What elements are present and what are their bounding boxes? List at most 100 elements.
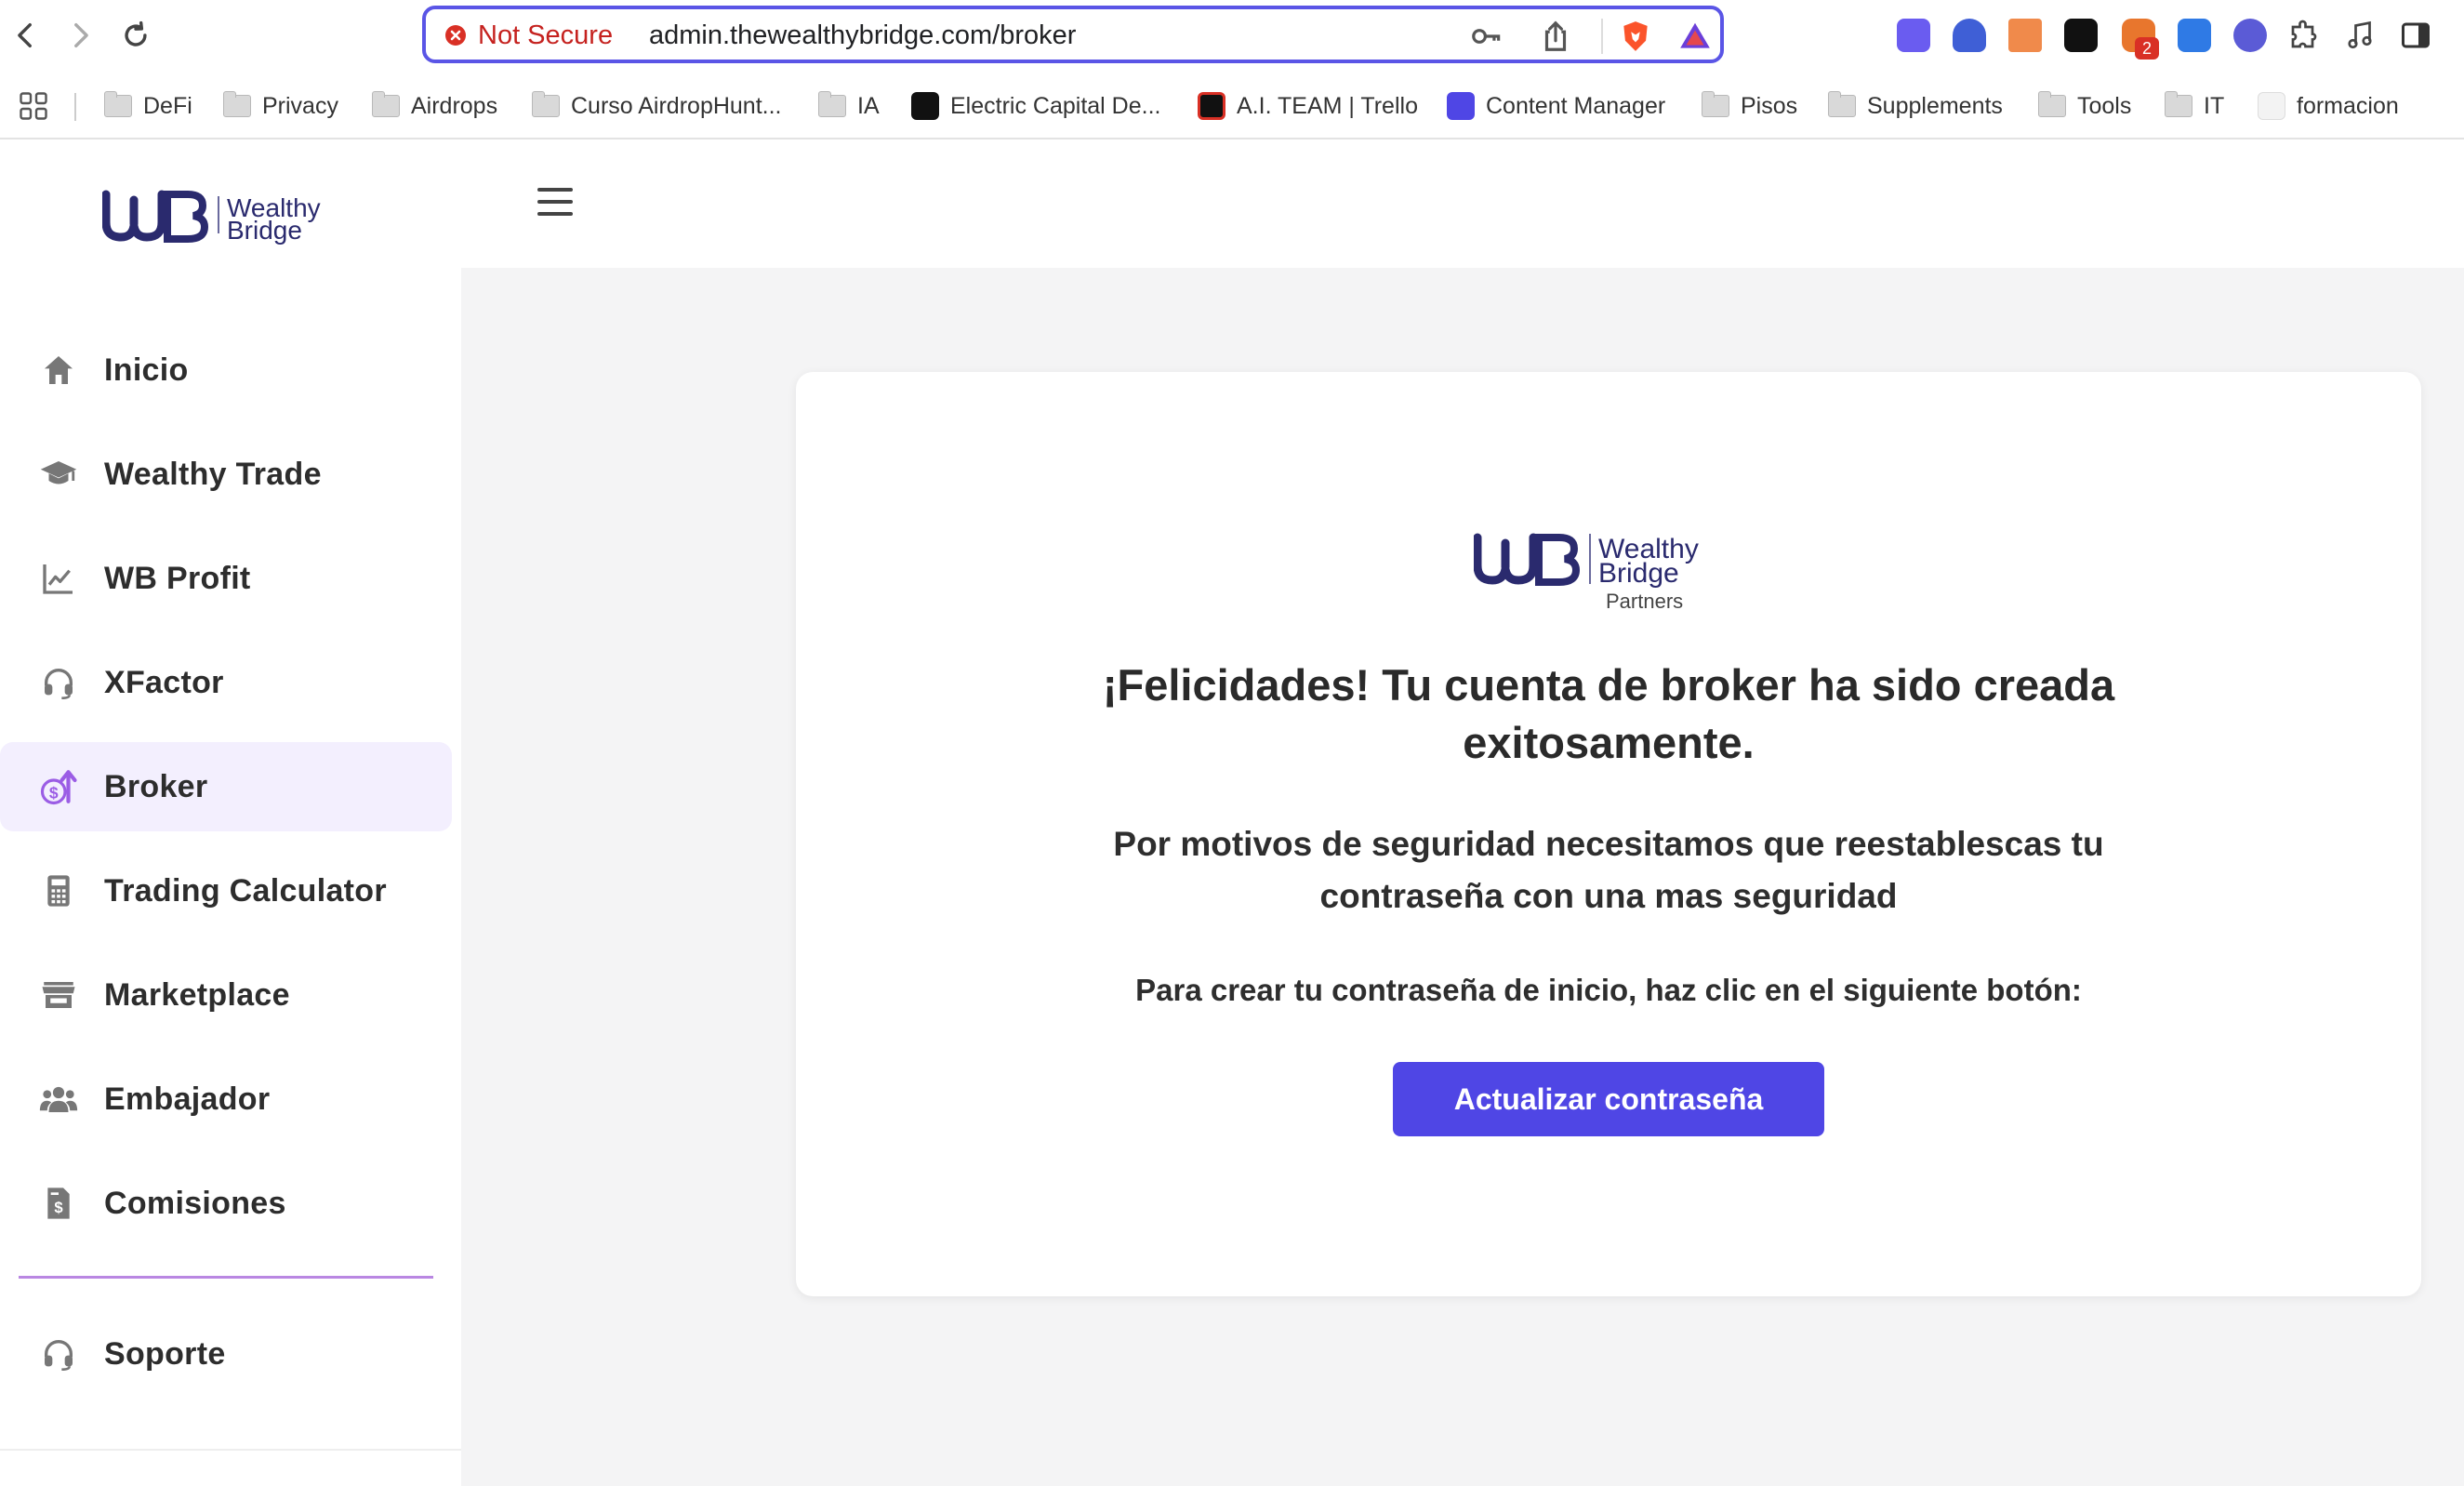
extension-badge: 2 [2135, 37, 2159, 60]
sidebar-item-wealthy-trade[interactable]: Wealthy Trade [0, 430, 452, 519]
url-text[interactable]: admin.thewealthybridge.com/broker [649, 20, 1076, 51]
svg-text:$: $ [54, 1199, 63, 1216]
bookmark-item[interactable]: Pisos [1702, 89, 1797, 123]
graduation-cap-icon [39, 455, 78, 494]
folder-icon [104, 91, 132, 117]
instruction-text: Para crear tu contraseña de inicio, haz … [1135, 973, 2082, 1007]
folder-icon [532, 91, 560, 117]
card-logo-line2: Bridge [1598, 558, 1679, 589]
sidebar-item-label: XFactor [104, 664, 224, 700]
bookmark-item[interactable]: Privacy [223, 89, 338, 123]
sidebar-item-label: Broker [104, 768, 208, 804]
extension-icon[interactable] [2233, 19, 2267, 52]
extension-icon[interactable] [1897, 19, 1930, 52]
bookmarks-bar: DeFi Privacy Airdrops Curso AirdropHunt.… [0, 76, 2464, 139]
folder-icon [223, 91, 251, 117]
bookmark-item[interactable]: Curso AirdropHunt... [532, 89, 782, 123]
bookmark-item[interactable]: IT [2165, 89, 2224, 123]
bookmark-label: Privacy [262, 92, 338, 119]
bookmark-label: IA [857, 92, 880, 119]
folder-icon [2165, 91, 2192, 117]
headset-icon [39, 1334, 78, 1373]
hamburger-icon [537, 188, 573, 192]
bookmark-item[interactable]: Tools [2038, 89, 2131, 123]
folder-icon [372, 91, 400, 117]
top-header [461, 139, 2464, 268]
success-card: Wealthy Bridge Partners ¡Felicidades! Tu… [796, 372, 2421, 1296]
folder-icon [1828, 91, 1856, 117]
sidebar-item-wb-profit[interactable]: WB Profit [0, 534, 452, 623]
share-icon[interactable] [1538, 19, 1573, 54]
folder-icon [2038, 91, 2066, 117]
sidebar-item-label: WB Profit [104, 560, 251, 596]
bookmark-item[interactable]: A.I. TEAM | Trello [1198, 89, 1418, 123]
home-icon [39, 351, 78, 390]
electric-capital-favicon [911, 92, 939, 120]
extension-icon[interactable] [2008, 19, 2042, 52]
sidebar-item-comisiones[interactable]: $ Comisiones [0, 1159, 452, 1248]
sidebar-item-label: Trading Calculator [104, 872, 387, 909]
bookmark-label: Curso AirdropHunt... [571, 92, 782, 119]
wealthy-bridge-partners-logo: Wealthy Bridge Partners [796, 530, 2421, 614]
brave-shield-icon[interactable] [1618, 19, 1653, 54]
users-icon [39, 1080, 78, 1119]
svg-text:$: $ [49, 783, 59, 802]
back-button[interactable] [7, 17, 45, 54]
bookmark-label: Electric Capital De... [950, 92, 1161, 119]
key-icon[interactable] [1469, 19, 1504, 54]
extension-icon[interactable] [1953, 19, 1986, 52]
browser-toolbar: Not Secure admin.thewealthybridge.com/br… [0, 0, 2464, 74]
dollar-up-icon: $ [39, 767, 78, 806]
trello-favicon [1198, 92, 1225, 120]
folder-icon [818, 91, 846, 117]
security-message: Por motivos de seguridad necesitamos que… [1113, 825, 2104, 915]
formacion-favicon [2258, 92, 2285, 120]
bookmark-item[interactable]: Content Manager [1447, 89, 1665, 123]
invoice-icon: $ [39, 1184, 78, 1223]
bookmark-item[interactable]: Supplements [1828, 89, 2003, 123]
sidebar-item-xfactor[interactable]: XFactor [0, 638, 452, 727]
bookmark-item[interactable]: IA [818, 89, 880, 123]
apps-grid-icon[interactable] [17, 89, 50, 123]
not-secure-icon [445, 25, 466, 46]
sidebar-item-label: Wealthy Trade [104, 456, 322, 492]
bookmark-label: formacion [2297, 92, 2399, 119]
content-manager-favicon [1447, 92, 1475, 120]
sidebar-item-soporte[interactable]: Soporte [0, 1309, 452, 1399]
bookmark-label: DeFi [143, 92, 192, 119]
headset-icon [39, 663, 78, 702]
puzzle-icon[interactable] [2287, 19, 2321, 52]
sidebar-item-embajador[interactable]: Embajador [0, 1055, 452, 1144]
folder-icon [1702, 91, 1729, 117]
reload-button[interactable] [117, 17, 154, 54]
music-icon[interactable] [2343, 19, 2377, 52]
forward-button[interactable] [61, 17, 99, 54]
bookmark-item[interactable]: Airdrops [372, 89, 497, 123]
bookmark-label: Content Manager [1486, 92, 1666, 119]
security-label[interactable]: Not Secure [478, 20, 613, 51]
bookmark-item[interactable]: formacion [2258, 89, 2399, 123]
bookmark-label: Pisos [1741, 92, 1798, 119]
sidebar-item-label: Embajador [104, 1081, 271, 1117]
wealthy-bridge-logo[interactable]: Wealthy Bridge [102, 188, 335, 245]
partners-label: Partners [1606, 590, 1683, 613]
bookmark-item[interactable]: DeFi [104, 89, 192, 123]
sidebar-item-trading-calculator[interactable]: Trading Calculator [0, 846, 452, 935]
address-bar[interactable]: Not Secure admin.thewealthybridge.com/br… [422, 6, 1724, 63]
bookmark-label: Supplements [1867, 92, 2003, 119]
wb-logo-mark: Wealthy Bridge [102, 190, 321, 245]
reload-icon [125, 20, 147, 46]
extension-icon[interactable] [2064, 19, 2098, 52]
bookmark-label: IT [2204, 92, 2225, 119]
bookmark-item[interactable]: Electric Capital De... [911, 89, 1160, 123]
sidebar-item-marketplace[interactable]: Marketplace [0, 950, 452, 1040]
menu-toggle-button[interactable] [537, 188, 573, 216]
sidebar-item-broker[interactable]: $ Broker [0, 742, 452, 831]
sidebar-item-inicio[interactable]: Inicio [0, 325, 452, 415]
update-password-button[interactable]: Actualizar contraseña [1393, 1062, 1824, 1136]
sidebar-toggle-icon[interactable] [2399, 19, 2432, 52]
brave-rewards-icon[interactable] [1677, 19, 1713, 54]
main-content: Wealthy Bridge Partners ¡Felicidades! Tu… [461, 268, 2464, 1486]
bookmark-label: Airdrops [411, 92, 498, 119]
extension-icon[interactable] [2178, 19, 2211, 52]
